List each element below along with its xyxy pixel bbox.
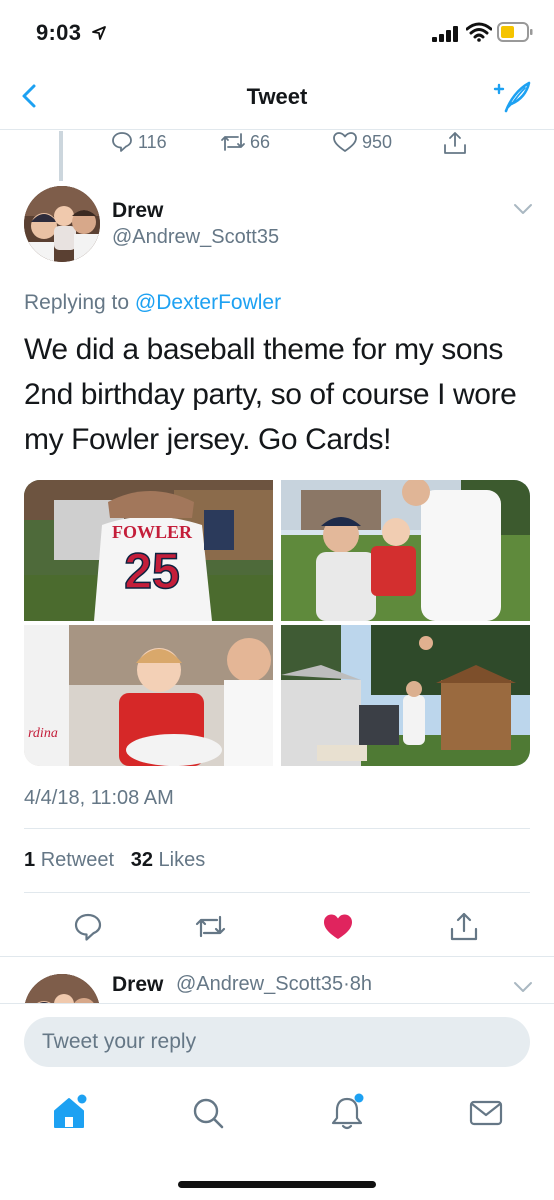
parent-like-action[interactable]: 950 bbox=[332, 130, 392, 154]
share-icon[interactable] bbox=[447, 910, 481, 944]
reply-author-handle[interactable]: @Andrew_Scott35 bbox=[176, 973, 343, 995]
avatar-photo bbox=[24, 186, 100, 262]
reply-author-name[interactable]: Drew bbox=[112, 973, 163, 997]
messages-tab-icon[interactable] bbox=[466, 1093, 506, 1133]
reply-meta: @Andrew_Scott35·8h bbox=[176, 973, 372, 996]
svg-text:rdina: rdina bbox=[28, 726, 58, 741]
home-tab-icon[interactable] bbox=[49, 1093, 89, 1133]
author-avatar[interactable] bbox=[24, 186, 100, 262]
parent-share-action[interactable] bbox=[442, 130, 472, 156]
reply-meta-separator: · bbox=[343, 973, 350, 995]
replying-to-line: Replying to @DexterFowler bbox=[24, 291, 281, 315]
status-time: 9:03 bbox=[36, 20, 82, 45]
reply-icon[interactable] bbox=[71, 910, 105, 944]
author-name[interactable]: Drew bbox=[112, 199, 163, 223]
divider bbox=[24, 892, 530, 893]
parent-reply-action[interactable]: 116 bbox=[110, 130, 167, 154]
parent-like-count: 950 bbox=[362, 131, 393, 152]
jersey-number: 25 bbox=[124, 543, 180, 599]
parent-reply-count: 116 bbox=[138, 131, 167, 152]
page-title: Tweet bbox=[246, 84, 308, 109]
reply-input[interactable] bbox=[24, 1017, 530, 1067]
author-handle[interactable]: @Andrew_Scott35 bbox=[112, 226, 279, 249]
navigation-bar: Tweet bbox=[0, 62, 554, 130]
jersey-name: FOWLER bbox=[112, 522, 193, 542]
likes-stat[interactable]: 32 Likes bbox=[131, 849, 206, 871]
tweet-photo-grid: FOWLER 25 rdina bbox=[24, 480, 530, 766]
replying-to-label: Replying to bbox=[24, 291, 135, 314]
parent-tweet-actions: 116 66 950 bbox=[0, 128, 554, 158]
cellular-signal-icon bbox=[432, 26, 458, 42]
reply-icon bbox=[112, 132, 132, 152]
tab-bar bbox=[0, 1077, 554, 1200]
status-bar: 9:03 bbox=[0, 0, 554, 62]
share-icon bbox=[444, 132, 466, 154]
divider bbox=[24, 828, 530, 829]
battery-icon bbox=[497, 22, 533, 42]
tweet-stats: 1 Retweet 32 Likes bbox=[24, 849, 205, 872]
chevron-down-icon[interactable] bbox=[512, 202, 534, 216]
tweet-photo-1[interactable]: FOWLER 25 bbox=[24, 480, 273, 621]
search-tab-icon[interactable] bbox=[188, 1093, 228, 1133]
tweet-text: We did a baseball theme for my sons 2nd … bbox=[24, 333, 517, 456]
home-indicator bbox=[178, 1181, 376, 1188]
like-label: Likes bbox=[158, 849, 206, 871]
notifications-tab-icon[interactable] bbox=[327, 1093, 367, 1133]
parent-retweet-action[interactable]: 66 bbox=[220, 130, 270, 154]
heart-outline-icon bbox=[333, 132, 357, 152]
wifi-icon bbox=[466, 22, 492, 42]
retweet-count: 1 bbox=[24, 849, 36, 871]
retweet-icon[interactable] bbox=[193, 910, 227, 944]
replying-to-mention[interactable]: @DexterFowler bbox=[135, 291, 281, 314]
heart-filled-icon[interactable] bbox=[321, 910, 355, 944]
retweets-stat[interactable]: 1 Retweet bbox=[24, 849, 114, 871]
reply-composer bbox=[0, 1003, 554, 1077]
like-count: 32 bbox=[130, 849, 153, 871]
tweet-timestamp: 4/4/18, 11:08 AM bbox=[24, 787, 174, 809]
divider bbox=[0, 956, 554, 957]
compose-tweet-icon[interactable] bbox=[492, 80, 532, 114]
tweet-photo-2[interactable] bbox=[281, 480, 530, 621]
chevron-down-icon[interactable] bbox=[512, 980, 534, 994]
tweet-photo-3[interactable]: rdina bbox=[24, 625, 273, 766]
parent-retweet-count: 66 bbox=[250, 131, 271, 152]
location-arrow-icon bbox=[92, 26, 106, 40]
retweet-icon bbox=[221, 133, 245, 151]
tweet-photo-4[interactable] bbox=[281, 625, 530, 766]
tweet-actions bbox=[0, 906, 554, 946]
reply-age: 8h bbox=[349, 973, 372, 995]
retweet-label: Retweet bbox=[40, 849, 115, 871]
